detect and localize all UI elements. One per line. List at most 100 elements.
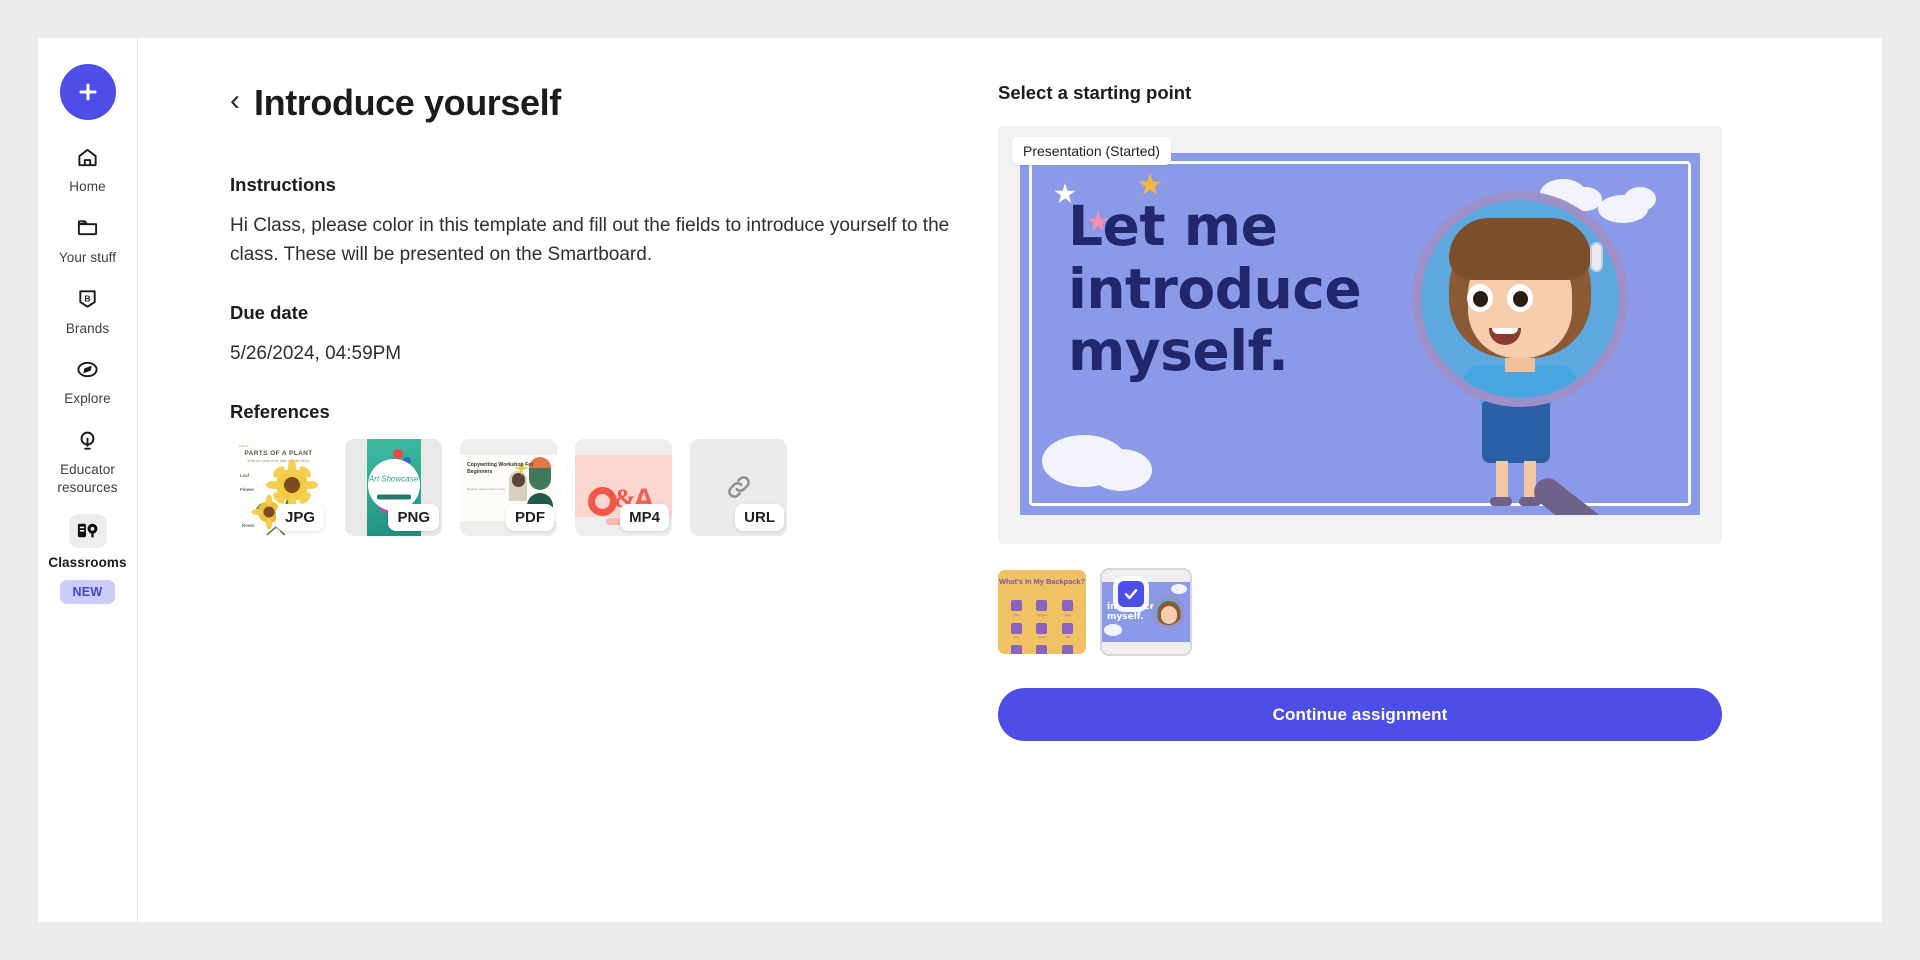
sidebar: Home Your stuff B Brands Explore Educato… (38, 38, 138, 922)
instructions-heading: Instructions (230, 174, 336, 195)
grid-cell: book (1031, 622, 1054, 639)
decor-blob (393, 448, 403, 459)
reference-type-tag: JPG (275, 503, 324, 531)
references-block: References Name PARTS OF A PLANT Write t… (230, 401, 968, 536)
grid-cell: glue (1005, 600, 1028, 617)
lightbulb-icon (73, 425, 103, 455)
sidebar-item-label: Educator resources (57, 462, 118, 496)
grid-cell: scissors (1031, 600, 1054, 617)
references-heading: References (230, 400, 330, 422)
hair-clip-icon (1590, 242, 1603, 272)
reference-card-pdf[interactable]: Copywriting Workshop For Beginners Regis… (460, 438, 557, 536)
plus-icon (79, 83, 96, 101)
back-chevron-icon[interactable]: ‹ (230, 86, 240, 116)
reference-card-mp4[interactable]: & A MP4 (575, 438, 672, 536)
reference-card-png[interactable]: Art Showcase PNG (345, 438, 442, 536)
grid-cell: pad (1056, 622, 1079, 639)
cloud-icon (1090, 449, 1152, 491)
reference-card-jpg[interactable]: Name PARTS OF A PLANT Write the parts of… (230, 438, 327, 536)
sidebar-item-label: Classrooms (48, 554, 127, 570)
pdf-preview-subtitle: Register today Limited seats (467, 486, 505, 491)
grid-cell: pen (1005, 622, 1028, 639)
pupil-shape (1473, 291, 1488, 307)
classrooms-icon (68, 513, 107, 548)
eye-shape (1467, 284, 1493, 312)
item-icon (1036, 622, 1048, 634)
reference-card-url[interactable]: URL (690, 438, 787, 536)
reference-type-tag: URL (735, 503, 784, 531)
sidebar-item-educator-resources[interactable]: Educator resources (38, 425, 137, 497)
backpack-slide-preview: What's In My Backpack? glue scissors glu… (998, 570, 1086, 654)
sidebar-item-your-stuff[interactable]: Your stuff (38, 213, 137, 267)
sidebar-item-home[interactable]: Home (38, 142, 137, 196)
magnifying-glass-icon (1412, 191, 1628, 407)
thumbnail-title: What's In My Backpack? (999, 577, 1085, 586)
item-caption: scissors (1036, 612, 1048, 617)
sidebar-item-label: Brands (65, 320, 110, 336)
leg-shape (1496, 461, 1508, 499)
folder-icon (73, 213, 103, 243)
png-preview-title: Art Showcase (368, 474, 419, 484)
create-button[interactable] (59, 64, 116, 120)
app-window: Home Your stuff B Brands Explore Educato… (38, 38, 1882, 922)
preview-status-badge: Presentation (Started) (1012, 137, 1171, 165)
cloud-icon (1104, 624, 1122, 636)
item-icon (1036, 645, 1048, 654)
fringe-shape (1449, 218, 1591, 280)
pencil-icon (376, 494, 411, 500)
page-title: Introduce yourself (254, 82, 561, 123)
check-icon (1124, 589, 1138, 600)
home-icon (73, 142, 103, 172)
due-date-heading: Due date (230, 301, 309, 323)
compass-icon (73, 354, 103, 384)
shoe-shape (1490, 497, 1512, 506)
slide-preview[interactable]: Presentation (Started) Let me introduce my… (998, 126, 1722, 544)
reference-type-tag: PNG (388, 503, 439, 531)
assignment-details: ‹ Introduce yourself Instructions Hi Cla… (138, 82, 998, 922)
references-list: Name PARTS OF A PLANT Write the parts of… (230, 438, 968, 536)
reference-type-tag: MP4 (620, 503, 669, 531)
sidebar-item-brands[interactable]: B Brands (38, 284, 137, 338)
backpack-item-grid: glue scissors glue pen book pad note pen… (1005, 600, 1079, 654)
item-icon (1062, 622, 1074, 634)
magnifying-glass-icon (1152, 595, 1185, 628)
item-caption: pad (1065, 635, 1071, 639)
cloud-icon (1624, 187, 1656, 211)
sidebar-item-explore[interactable]: Explore (38, 354, 137, 408)
skirt-shape (1482, 401, 1550, 463)
eye-shape (1507, 284, 1533, 312)
starting-point-panel: Select a starting point Presentation (St… (998, 82, 1722, 922)
due-date-value: 5/26/2024, 04:59PM (230, 342, 402, 364)
sidebar-item-label: Home (69, 179, 106, 194)
reference-type-tag: PDF (506, 503, 554, 531)
svg-text:B: B (84, 294, 90, 304)
teeth-shape (1492, 328, 1518, 334)
thumbnail-backpack[interactable]: What's In My Backpack? glue scissors glu… (998, 570, 1086, 654)
instructions-body: Hi Class, please color in this template … (230, 215, 950, 265)
link-icon (727, 476, 750, 498)
instructions-block: Instructions Hi Class, please color in t… (230, 174, 968, 270)
item-icon (1062, 645, 1074, 654)
continue-assignment-button[interactable]: Continue assignment (998, 688, 1722, 741)
due-date-block: Due date 5/26/2024, 04:59PM (230, 302, 968, 369)
sidebar-item-classrooms[interactable]: Classrooms NEW (38, 513, 137, 604)
grid-cell: crayon (1056, 645, 1079, 654)
sidebar-item-label: Your stuff (58, 249, 117, 265)
item-icon (1062, 600, 1074, 611)
grid-cell: glue (1056, 600, 1079, 617)
selected-checkbox[interactable] (1118, 581, 1144, 607)
thumbnail-introduce-myself[interactable]: introduce myself. (1100, 568, 1192, 656)
item-caption: pen (1013, 635, 1019, 639)
introduce-slide-preview: introduce myself. (1102, 582, 1190, 642)
sidebar-item-label: Explore (64, 391, 111, 407)
cloud-icon (1171, 584, 1187, 594)
item-icon (1010, 622, 1022, 634)
item-icon (1010, 645, 1022, 654)
item-caption: glue (1013, 612, 1020, 617)
pupil-shape (1513, 291, 1528, 307)
starting-point-heading: Select a starting point (998, 82, 1192, 103)
item-icon (1036, 600, 1048, 611)
page-header: ‹ Introduce yourself (230, 82, 968, 124)
new-badge: NEW (60, 579, 115, 604)
grid-cell: note (1005, 645, 1028, 654)
